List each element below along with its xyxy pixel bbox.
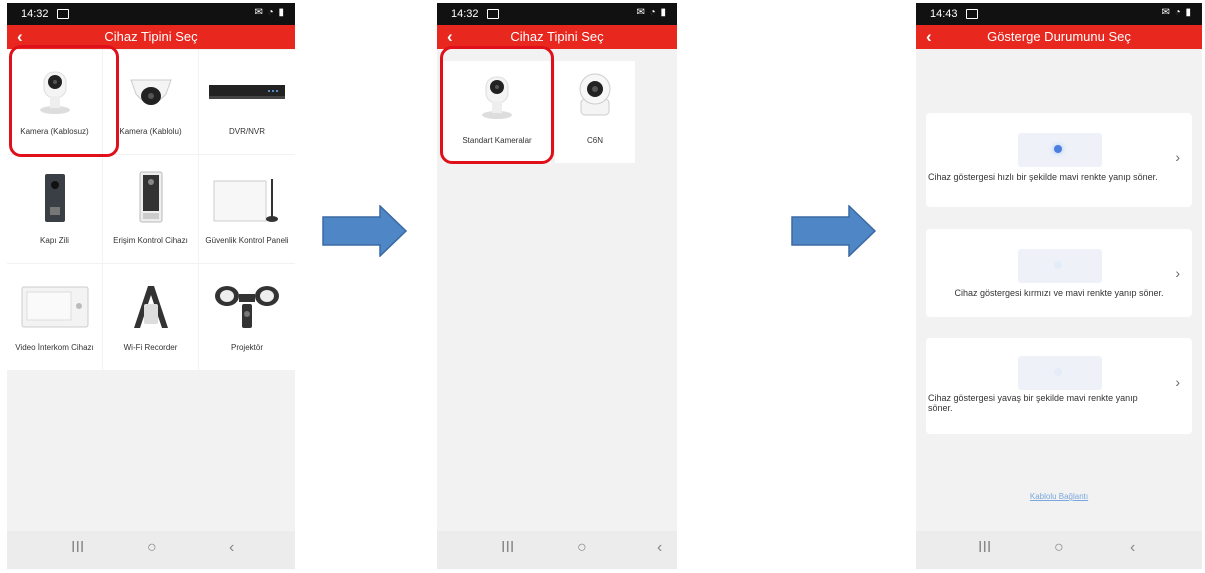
floodlight-icon (215, 282, 279, 332)
video-intercom-icon (21, 286, 89, 328)
ptz-camera-icon (575, 69, 615, 119)
device-label: Video İnterkom Cihazı (15, 343, 94, 352)
device-tile-c6n[interactable]: C6N (555, 61, 635, 163)
option-text: Cihaz göstergesi hızlı bir şekilde mavi … (928, 172, 1158, 182)
indicator-option-slow-blue[interactable]: › Cihaz göstergesi yavaş bir şekilde mav… (926, 338, 1192, 434)
home-button[interactable]: ○ (1054, 539, 1064, 557)
option-text: Cihaz göstergesi yavaş bir şekilde mavi … (928, 393, 1138, 413)
android-nav-bar: III ○ ‹ (7, 531, 295, 569)
device-tile-access-control[interactable]: Erişim Kontrol Cihazı (103, 155, 198, 263)
app-bar: ‹ Gösterge Durumunu Seç (916, 25, 1202, 49)
page-title: Cihaz Tipini Seç (104, 29, 198, 44)
gallery-icon (487, 9, 499, 19)
device-label: Kapı Zili (40, 236, 69, 245)
device-label: Erişim Kontrol Cihazı (113, 236, 188, 245)
chevron-right-icon: › (1175, 265, 1180, 281)
device-tile-dvr-nvr[interactable]: DVR/NVR (199, 50, 295, 154)
doorbell-icon (44, 173, 66, 223)
indicator-preview (1018, 249, 1102, 283)
indicator-light-icon (1054, 145, 1062, 153)
indicator-preview (1018, 356, 1102, 390)
indicator-option-fast-blue[interactable]: › Cihaz göstergesi hızlı bir şekilde mav… (926, 113, 1192, 207)
back-button[interactable]: ‹ (657, 539, 662, 557)
device-label: Wi-Fi Recorder (123, 343, 178, 352)
chevron-right-icon: › (1175, 149, 1180, 165)
option-text: Cihaz göstergesi kırmızı ve mavi renkte … (954, 288, 1164, 298)
android-nav-bar: III ○ ‹ (916, 531, 1202, 569)
status-bar: 14:32 ✉ ◔ ▮ (437, 3, 677, 25)
recents-button[interactable]: III (978, 539, 991, 557)
system-status-icons: ✉ ◔ ▮ (1161, 7, 1192, 18)
device-label: Projektör (230, 343, 263, 352)
system-status-icons: ✉ ◔ ▮ (254, 7, 285, 18)
home-button[interactable]: ○ (577, 539, 587, 557)
status-time: 14:43 (930, 8, 958, 20)
device-label: Güvenlik Kontrol Paneli (205, 236, 289, 245)
status-time: 14:32 (21, 8, 49, 20)
dome-camera-icon (126, 72, 176, 114)
recents-button[interactable]: III (71, 539, 84, 557)
arrow-right-icon (791, 205, 877, 257)
highlight-box (440, 46, 554, 164)
android-nav-bar: III ○ ‹ (437, 531, 677, 569)
gallery-icon (966, 9, 978, 19)
status-time: 14:32 (451, 8, 479, 20)
chevron-right-icon: › (1175, 374, 1180, 390)
device-tile-video-intercom[interactable]: Video İnterkom Cihazı (7, 264, 102, 370)
highlight-box (9, 45, 119, 157)
status-bar: 14:32 ✉ ◔ ▮ (7, 3, 295, 25)
recents-button[interactable]: III (501, 539, 514, 557)
indicator-preview (1018, 133, 1102, 167)
indicator-light-icon (1054, 368, 1062, 376)
device-tile-floodlight[interactable]: Projektör (199, 264, 295, 370)
phone-screen-3: 14:43 ✉ ◔ ▮ ‹ Gösterge Durumunu Seç › Ci… (916, 3, 1202, 569)
device-label: DVR/NVR (228, 127, 265, 136)
dvr-icon (209, 82, 285, 102)
home-button[interactable]: ○ (147, 539, 157, 557)
wifi-recorder-icon (126, 278, 176, 332)
device-tile-security-panel[interactable]: Güvenlik Kontrol Paneli (199, 155, 295, 263)
back-button[interactable]: ‹ (229, 539, 234, 557)
device-tile-doorbell[interactable]: Kapı Zili (7, 155, 102, 263)
back-button[interactable]: ‹ (1130, 539, 1135, 557)
device-tile-wifi-recorder[interactable]: Wi-Fi Recorder (103, 264, 198, 370)
page-title: Gösterge Durumunu Seç (987, 29, 1131, 44)
status-bar: 14:43 ✉ ◔ ▮ (916, 3, 1202, 25)
page-title: Cihaz Tipini Seç (510, 29, 604, 44)
indicator-option-red-blue[interactable]: › Cihaz göstergesi kırmızı ve mavi renkt… (926, 229, 1192, 317)
wired-connection-link[interactable]: Kablolu Bağlantı (916, 492, 1202, 501)
arrow-right-icon (322, 205, 408, 257)
device-label: C6N (586, 136, 603, 145)
gallery-icon (57, 9, 69, 19)
security-panel-icon (212, 177, 282, 225)
access-control-icon (139, 171, 163, 223)
system-status-icons: ✉ ◔ ▮ (636, 7, 667, 18)
indicator-light-icon (1054, 261, 1062, 269)
